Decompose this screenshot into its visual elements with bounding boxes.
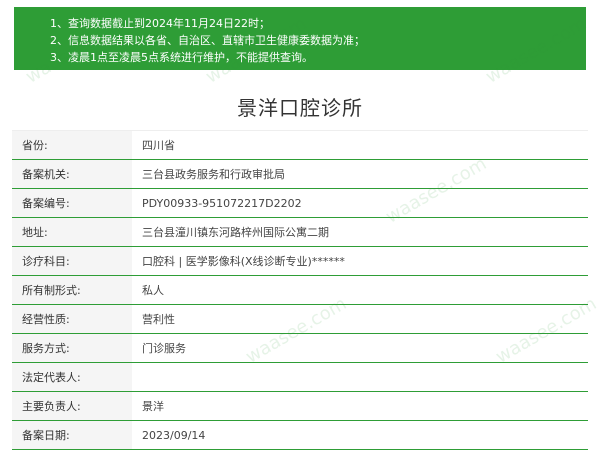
- row-label: 备案日期:: [12, 420, 132, 450]
- table-row: 地址: 三台县潼川镇东河路梓州国际公寓二期: [12, 217, 588, 247]
- table-row: 省份: 四川省: [12, 130, 588, 160]
- table-row: 诊疗科目: 口腔科 | 医学影像科(X线诊断专业)******: [12, 246, 588, 276]
- row-value: 景洋: [132, 391, 588, 421]
- row-value: 四川省: [132, 130, 588, 160]
- row-label: 服务方式:: [12, 333, 132, 363]
- table-row: 所有制形式: 私人: [12, 275, 588, 305]
- notice-line: 3、凌晨1点至凌晨5点系统进行维护，不能提供查询。: [50, 51, 313, 64]
- table-row: 备案日期: 2023/09/14: [12, 420, 588, 450]
- table-row: 经营性质: 营利性: [12, 304, 588, 334]
- notice-banner: 1、查询数据截止到2024年11月24日22时； 2、信息数据结果以各省、自治区…: [14, 7, 586, 70]
- row-value: [132, 362, 588, 392]
- table-row: 备案机关: 三台县政务服务和行政审批局: [12, 159, 588, 189]
- row-value: 门诊服务: [132, 333, 588, 363]
- row-value: PDY00933-951072217D2202: [132, 188, 588, 218]
- table-row: 备案编号: PDY00933-951072217D2202: [12, 188, 588, 218]
- row-label: 法定代表人:: [12, 362, 132, 392]
- row-label: 所有制形式:: [12, 275, 132, 305]
- info-table: 省份: 四川省 备案机关: 三台县政务服务和行政审批局 备案编号: PDY00933-…: [12, 130, 588, 450]
- row-label: 诊疗科目:: [12, 246, 132, 276]
- table-row: 主要负责人: 景洋: [12, 391, 588, 421]
- row-value: 私人: [132, 275, 588, 305]
- table-row: 服务方式: 门诊服务: [12, 333, 588, 363]
- row-value: 2023/09/14: [132, 420, 588, 450]
- notice-line: 1、查询数据截止到2024年11月24日22时；: [50, 17, 270, 30]
- row-value: 三台县潼川镇东河路梓州国际公寓二期: [132, 217, 588, 247]
- row-label: 备案编号:: [12, 188, 132, 218]
- notice-line: 2、信息数据结果以各省、自治区、直辖市卫生健康委数据为准；: [50, 34, 365, 47]
- row-value: 三台县政务服务和行政审批局: [132, 159, 588, 189]
- row-label: 地址:: [12, 217, 132, 247]
- row-label: 备案机关:: [12, 159, 132, 189]
- row-label: 主要负责人:: [12, 391, 132, 421]
- page-title: 景洋口腔诊所: [237, 96, 363, 120]
- row-value: 营利性: [132, 304, 588, 334]
- row-value: 口腔科 | 医学影像科(X线诊断专业)******: [132, 246, 588, 276]
- table-row: 法定代表人:: [12, 362, 588, 392]
- row-label: 经营性质:: [12, 304, 132, 334]
- row-label: 省份:: [12, 130, 132, 160]
